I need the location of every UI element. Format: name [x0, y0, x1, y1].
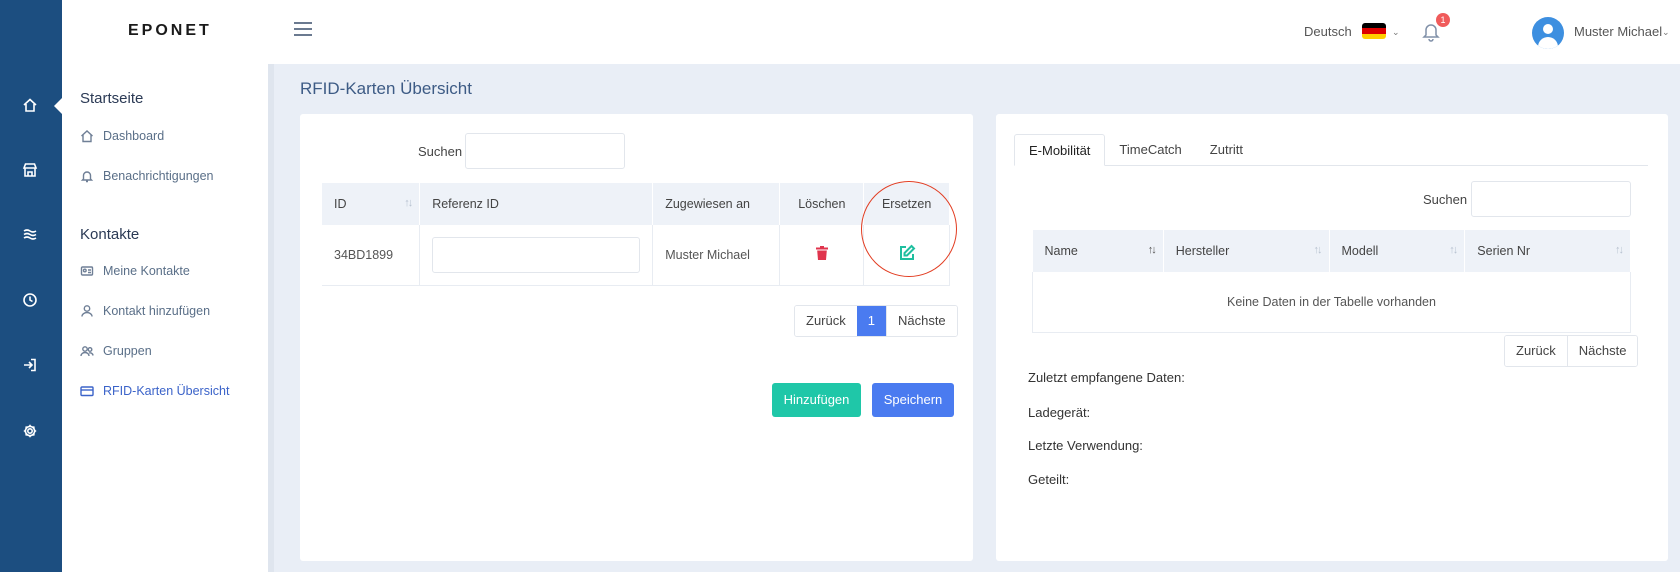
rfid-table: ID ↑↓ Referenz ID Zugewiesen an Löschen E… [322, 183, 950, 286]
rfid-id-cell: 34BD1899 [322, 225, 421, 286]
sidebar-item-label: Dashboard [103, 129, 165, 143]
sort-icon[interactable]: ↑↓ [1615, 244, 1624, 256]
users-icon [80, 346, 94, 357]
tab-timecatch[interactable]: TimeCatch [1105, 134, 1195, 165]
bell-icon [80, 171, 94, 183]
home-icon [81, 130, 93, 143]
save-button[interactable]: Speichern [872, 383, 954, 417]
sidebar-item-label: Gruppen [103, 344, 152, 358]
shared-label: Geteilt: [1028, 472, 1070, 487]
sidebar-section-startseite: Startseite [80, 90, 144, 107]
menu-toggle-icon[interactable] [294, 22, 312, 40]
charger-label: Ladegerät: [1028, 405, 1091, 420]
sort-icon[interactable]: ↑↓ [1449, 244, 1458, 256]
reference-cell [419, 225, 654, 286]
user-icon [81, 305, 93, 317]
pagination-prev[interactable]: Zurück [1505, 336, 1567, 366]
details-search-label: Suchen [1423, 192, 1468, 207]
delete-cell [779, 225, 865, 286]
pagination-next[interactable]: Nächste [1566, 336, 1638, 366]
pagination-next[interactable]: Nächste [885, 306, 957, 336]
sidebar-item-dashboard[interactable]: Dashboard [80, 126, 164, 146]
user-name[interactable]: Muster Michael [1574, 24, 1662, 39]
column-header-name[interactable]: Name ↑↓ [1032, 230, 1164, 272]
empty-table-message: Keine Daten in der Tabelle vorhanden [1032, 272, 1631, 333]
last-used-label: Letzte Verwendung: [1028, 438, 1143, 453]
details-tabs: E-Mobilität TimeCatch Zutritt [1014, 134, 1648, 166]
sidebar-item-label: RFID-Karten Übersicht [103, 384, 230, 398]
highlight-circle [861, 181, 957, 277]
waves-icon[interactable] [17, 221, 43, 247]
store-icon[interactable] [17, 157, 43, 183]
column-header-referenz-id[interactable]: Referenz ID [419, 183, 654, 225]
search-input[interactable] [465, 133, 625, 169]
notification-count-badge: 1 [1436, 13, 1450, 27]
table-row: 34BD1899 Muster Michael [322, 225, 950, 286]
column-header-loeschen[interactable]: Löschen [779, 183, 865, 225]
column-header-serien-nr[interactable]: Serien Nr ↑↓ [1464, 230, 1631, 272]
sidebar-item-label: Meine Kontakte [103, 264, 190, 278]
credit-card-icon [80, 386, 94, 397]
german-flag-icon[interactable] [1362, 23, 1386, 39]
eponet-logo[interactable]: EPONET [128, 22, 212, 40]
page-title: RFID-Karten Übersicht [300, 79, 472, 98]
devices-table: Name ↑↓ Hersteller ↑↓ Modell ↑↓ Serien Nr ↑↓… [1032, 230, 1631, 333]
login-icon[interactable] [17, 352, 43, 378]
right-pagination: Zurück Nächste [1504, 335, 1639, 367]
column-header-zugewiesen-an[interactable]: Zugewiesen an [652, 183, 781, 225]
sidebar-item-kontakt-hinzufuegen[interactable]: Kontakt hinzufügen [80, 301, 210, 321]
pagination-page-1[interactable]: 1 [856, 306, 886, 336]
home-icon[interactable] [17, 92, 43, 118]
gear-icon[interactable] [17, 418, 43, 444]
active-rail-pointer [54, 98, 62, 114]
reference-id-input[interactable] [432, 236, 641, 273]
sidebar-item-benachrichtigungen[interactable]: Benachrichtigungen [80, 166, 214, 186]
sort-icon[interactable]: ↑↓ [1314, 244, 1323, 256]
details-search-input[interactable] [1471, 181, 1631, 217]
clock-icon[interactable] [17, 287, 43, 313]
column-header-id[interactable]: ID ↑↓ [322, 183, 421, 225]
sidebar-item-rfid-karten[interactable]: RFID-Karten Übersicht [80, 381, 229, 401]
trash-icon[interactable] [814, 246, 830, 264]
contact-card-icon [80, 266, 94, 276]
language-selector[interactable]: Deutsch [1304, 24, 1352, 39]
user-chevron-down-icon[interactable]: ⌄ [1662, 27, 1670, 38]
column-header-hersteller[interactable]: Hersteller ↑↓ [1163, 230, 1330, 272]
empty-row: Keine Daten in der Tabelle vorhanden [1032, 272, 1631, 333]
pagination-prev[interactable]: Zurück [795, 306, 857, 336]
assigned-to-cell: Muster Michael [652, 225, 781, 286]
sidebar-section-kontakte: Kontakte [80, 226, 140, 243]
sort-icon[interactable]: ↑↓ [404, 197, 413, 209]
column-header-modell[interactable]: Modell ↑↓ [1329, 230, 1466, 272]
sidebar-item-label: Kontakt hinzufügen [103, 304, 211, 318]
sidebar: Startseite Dashboard Benachrichtigungen … [62, 64, 268, 572]
add-button[interactable]: Hinzufügen [772, 383, 861, 417]
search-label: Suchen [418, 144, 463, 159]
tab-zutritt[interactable]: Zutritt [1196, 134, 1257, 165]
sidebar-item-meine-kontakte[interactable]: Meine Kontakte [80, 261, 190, 281]
sidebar-item-label: Benachrichtigungen [103, 169, 214, 183]
chevron-down-icon[interactable]: ⌄ [1392, 27, 1400, 38]
sidebar-item-gruppen[interactable]: Gruppen [80, 341, 152, 361]
sort-asc-icon[interactable]: ↑↓ [1148, 244, 1157, 256]
rfid-cards-panel [300, 114, 973, 561]
user-avatar[interactable] [1532, 17, 1564, 49]
sidebar-divider [268, 64, 274, 572]
tab-e-mobilitaet[interactable]: E-Mobilität [1014, 134, 1106, 166]
icon-rail [0, 0, 62, 572]
last-received-label: Zuletzt empfangene Daten: [1028, 370, 1185, 385]
left-pagination: Zurück 1 Nächste [794, 305, 958, 337]
